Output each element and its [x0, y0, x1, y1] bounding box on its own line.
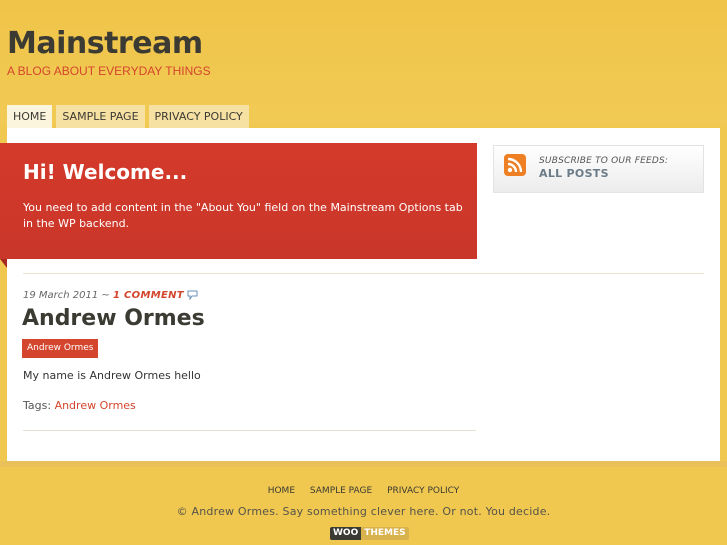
footer-nav-home[interactable]: HOME — [268, 486, 295, 496]
comment-bubble-icon[interactable] — [187, 290, 198, 303]
feed-label: SUBSCRIBE TO OUR FEEDS: — [539, 156, 669, 166]
nav-home[interactable]: HOME — [7, 105, 53, 128]
rss-icon[interactable] — [504, 154, 526, 176]
welcome-text: You need to add content in the "About Yo… — [23, 201, 463, 230]
meta-separator: ~ — [98, 290, 113, 301]
post-tags: Tags: Andrew Ormes — [23, 399, 136, 412]
divider — [23, 430, 476, 431]
category-badge[interactable]: Andrew Ormes — [22, 339, 99, 358]
logo-woo: WOO — [330, 527, 362, 540]
post-body: My name is Andrew Ormes hello — [23, 369, 201, 382]
footer-nav-sample-page[interactable]: SAMPLE PAGE — [310, 486, 372, 496]
footer-nav: HOME SAMPLE PAGE PRIVACY POLICY — [0, 486, 727, 496]
post-date: 19 March 2011 — [23, 290, 99, 301]
site-tagline: A BLOG ABOUT EVERYDAY THINGS — [7, 64, 211, 78]
post-title[interactable]: Andrew Ormes — [22, 305, 205, 333]
content-shadow — [0, 461, 727, 467]
feed-all-posts-link[interactable]: ALL POSTS — [539, 167, 609, 180]
rss-icon-glyph — [507, 157, 523, 173]
nav-privacy-policy[interactable]: PRIVACY POLICY — [148, 105, 249, 128]
post-meta: 19 March 2011 ~ 1 COMMENT — [23, 290, 198, 303]
footer-nav-privacy-policy[interactable]: PRIVACY POLICY — [387, 486, 459, 496]
comments-link[interactable]: 1 COMMENT — [113, 290, 184, 301]
site-title[interactable]: Mainstream — [7, 24, 203, 64]
welcome-title: Hi! Welcome... — [23, 160, 188, 184]
tag-link[interactable]: Andrew Ormes — [55, 399, 136, 412]
main-nav: HOME SAMPLE PAGE PRIVACY POLICY — [7, 105, 253, 128]
divider — [23, 273, 704, 274]
nav-sample-page[interactable]: SAMPLE PAGE — [56, 105, 145, 128]
logo-themes: THEMES — [361, 527, 409, 540]
tags-label: Tags: — [23, 399, 55, 412]
welcome-fold — [0, 259, 7, 268]
copyright: © Andrew Ormes. Say something clever her… — [176, 505, 551, 518]
woothemes-logo[interactable]: WOO THEMES — [330, 527, 409, 540]
